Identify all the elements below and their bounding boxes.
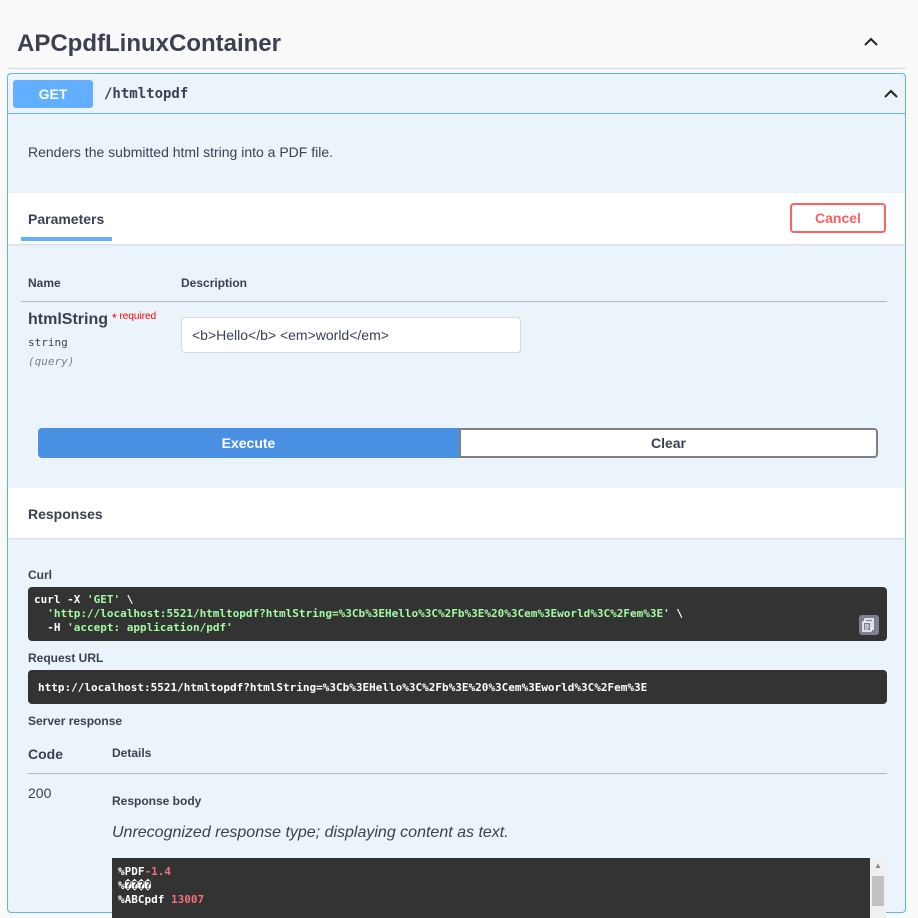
curl-label: Curl — [28, 568, 52, 582]
tab-underline — [21, 237, 112, 241]
curl-code[interactable]: curl -X 'GET' \ 'http://localhost:5521/h… — [28, 587, 887, 641]
tag-header[interactable]: APCpdfLinuxContainer — [8, 20, 906, 69]
curl-line-1: curl -X 'GET' \ — [34, 593, 133, 606]
response-body-label: Response body — [112, 794, 202, 808]
cancel-button[interactable]: Cancel — [790, 203, 886, 233]
method-badge: GET — [13, 80, 93, 108]
curl-header-flag: -H — [34, 621, 68, 634]
curl-continuation: \ — [669, 607, 684, 620]
details-column-header: Details — [112, 746, 152, 760]
param-location: (query) — [28, 355, 75, 368]
divider — [28, 773, 887, 774]
required-marker: * required — [112, 311, 156, 325]
responses-header: Responses — [8, 488, 905, 538]
htmlstring-input[interactable] — [181, 317, 521, 353]
request-url[interactable]: http://localhost:5521/htmltopdf?htmlStri… — [28, 670, 887, 704]
curl-line-3: -H 'accept: application/pdf' — [34, 621, 233, 634]
response-type-note: Unrecognized response type; displaying c… — [112, 824, 509, 841]
tab-parameters[interactable]: Parameters — [28, 211, 104, 227]
scrollbar-thumb[interactable] — [872, 876, 884, 906]
body-line: %PDF-1.4 — [118, 865, 171, 878]
action-buttons: Execute Clear — [38, 428, 878, 458]
clear-button[interactable]: Clear — [459, 428, 878, 458]
request-url-text: http://localhost:5521/htmltopdf?htmlStri… — [38, 681, 648, 694]
column-description-header: Description — [181, 276, 248, 290]
copy-icon[interactable] — [859, 615, 879, 635]
divider — [21, 301, 887, 302]
body-line: %ABCpdf 13007 — [118, 893, 204, 906]
curl-header: 'accept: application/pdf' — [67, 621, 233, 634]
body-text: %PDF — [118, 865, 145, 878]
parameters-header: Parameters Cancel — [8, 193, 905, 244]
tag-title: APCpdfLinuxContainer — [17, 30, 281, 57]
server-response-label: Server response — [28, 714, 123, 728]
scroll-up-arrow-icon[interactable]: ▲ — [874, 861, 882, 870]
response-body-scrollbar[interactable]: ▲ — [870, 858, 886, 918]
request-url-label: Request URL — [28, 651, 104, 665]
body-text: %ABCpdf — [118, 893, 171, 906]
chevron-up-icon[interactable] — [883, 86, 899, 102]
required-label: required — [119, 311, 157, 322]
operation-block: GET /htmltopdf Renders the submitted htm… — [7, 73, 906, 918]
responses-title: Responses — [28, 506, 103, 522]
curl-line-2: 'http://localhost:5521/htmltopdf?htmlStr… — [34, 607, 683, 620]
column-name-header: Name — [28, 276, 61, 290]
response-body[interactable]: %PDF-1.4 %���� %ABCpdf 13007 — [112, 858, 870, 918]
chevron-up-icon[interactable] — [863, 34, 879, 50]
execute-button[interactable]: Execute — [38, 428, 459, 458]
operation-summary[interactable]: GET /htmltopdf — [8, 74, 905, 114]
body-accent: -1.4 — [144, 865, 172, 878]
body-line: %���� — [118, 879, 151, 892]
code-column-header: Code — [28, 746, 63, 762]
required-star: * — [112, 311, 117, 325]
curl-continuation: \ — [120, 593, 134, 606]
curl-url: 'http://localhost:5521/htmltopdf?htmlStr… — [34, 607, 670, 620]
param-name: htmlString — [28, 311, 108, 328]
param-type: string — [28, 336, 68, 349]
body-accent: 13007 — [170, 893, 205, 906]
curl-command: curl -X — [34, 593, 87, 606]
curl-method: 'GET' — [86, 593, 121, 606]
body-text: %���� — [118, 879, 152, 892]
status-code: 200 — [28, 785, 52, 801]
operation-description: Renders the submitted html string into a… — [28, 144, 334, 160]
operation-path: /htmltopdf — [104, 86, 189, 102]
